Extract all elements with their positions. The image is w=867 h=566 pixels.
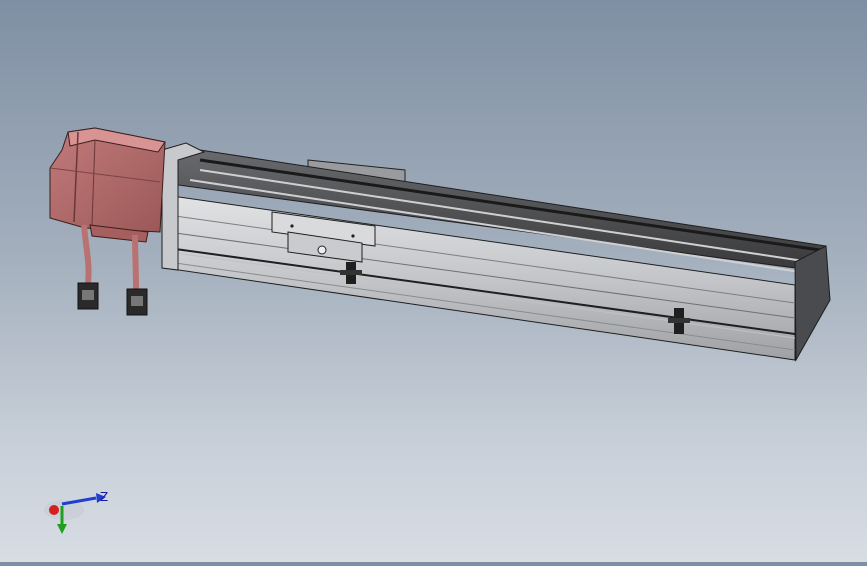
connector-left[interactable] [77,282,99,310]
connector-right[interactable] [126,288,148,316]
x-axis-arrow [49,505,59,515]
z-axis-label: Z [100,490,108,504]
end-cap [794,245,831,362]
coordinate-triad[interactable]: Z [40,488,120,538]
servo-motor[interactable] [49,127,166,243]
actuator-body[interactable] [161,142,831,362]
cad-viewport[interactable] [0,0,867,562]
